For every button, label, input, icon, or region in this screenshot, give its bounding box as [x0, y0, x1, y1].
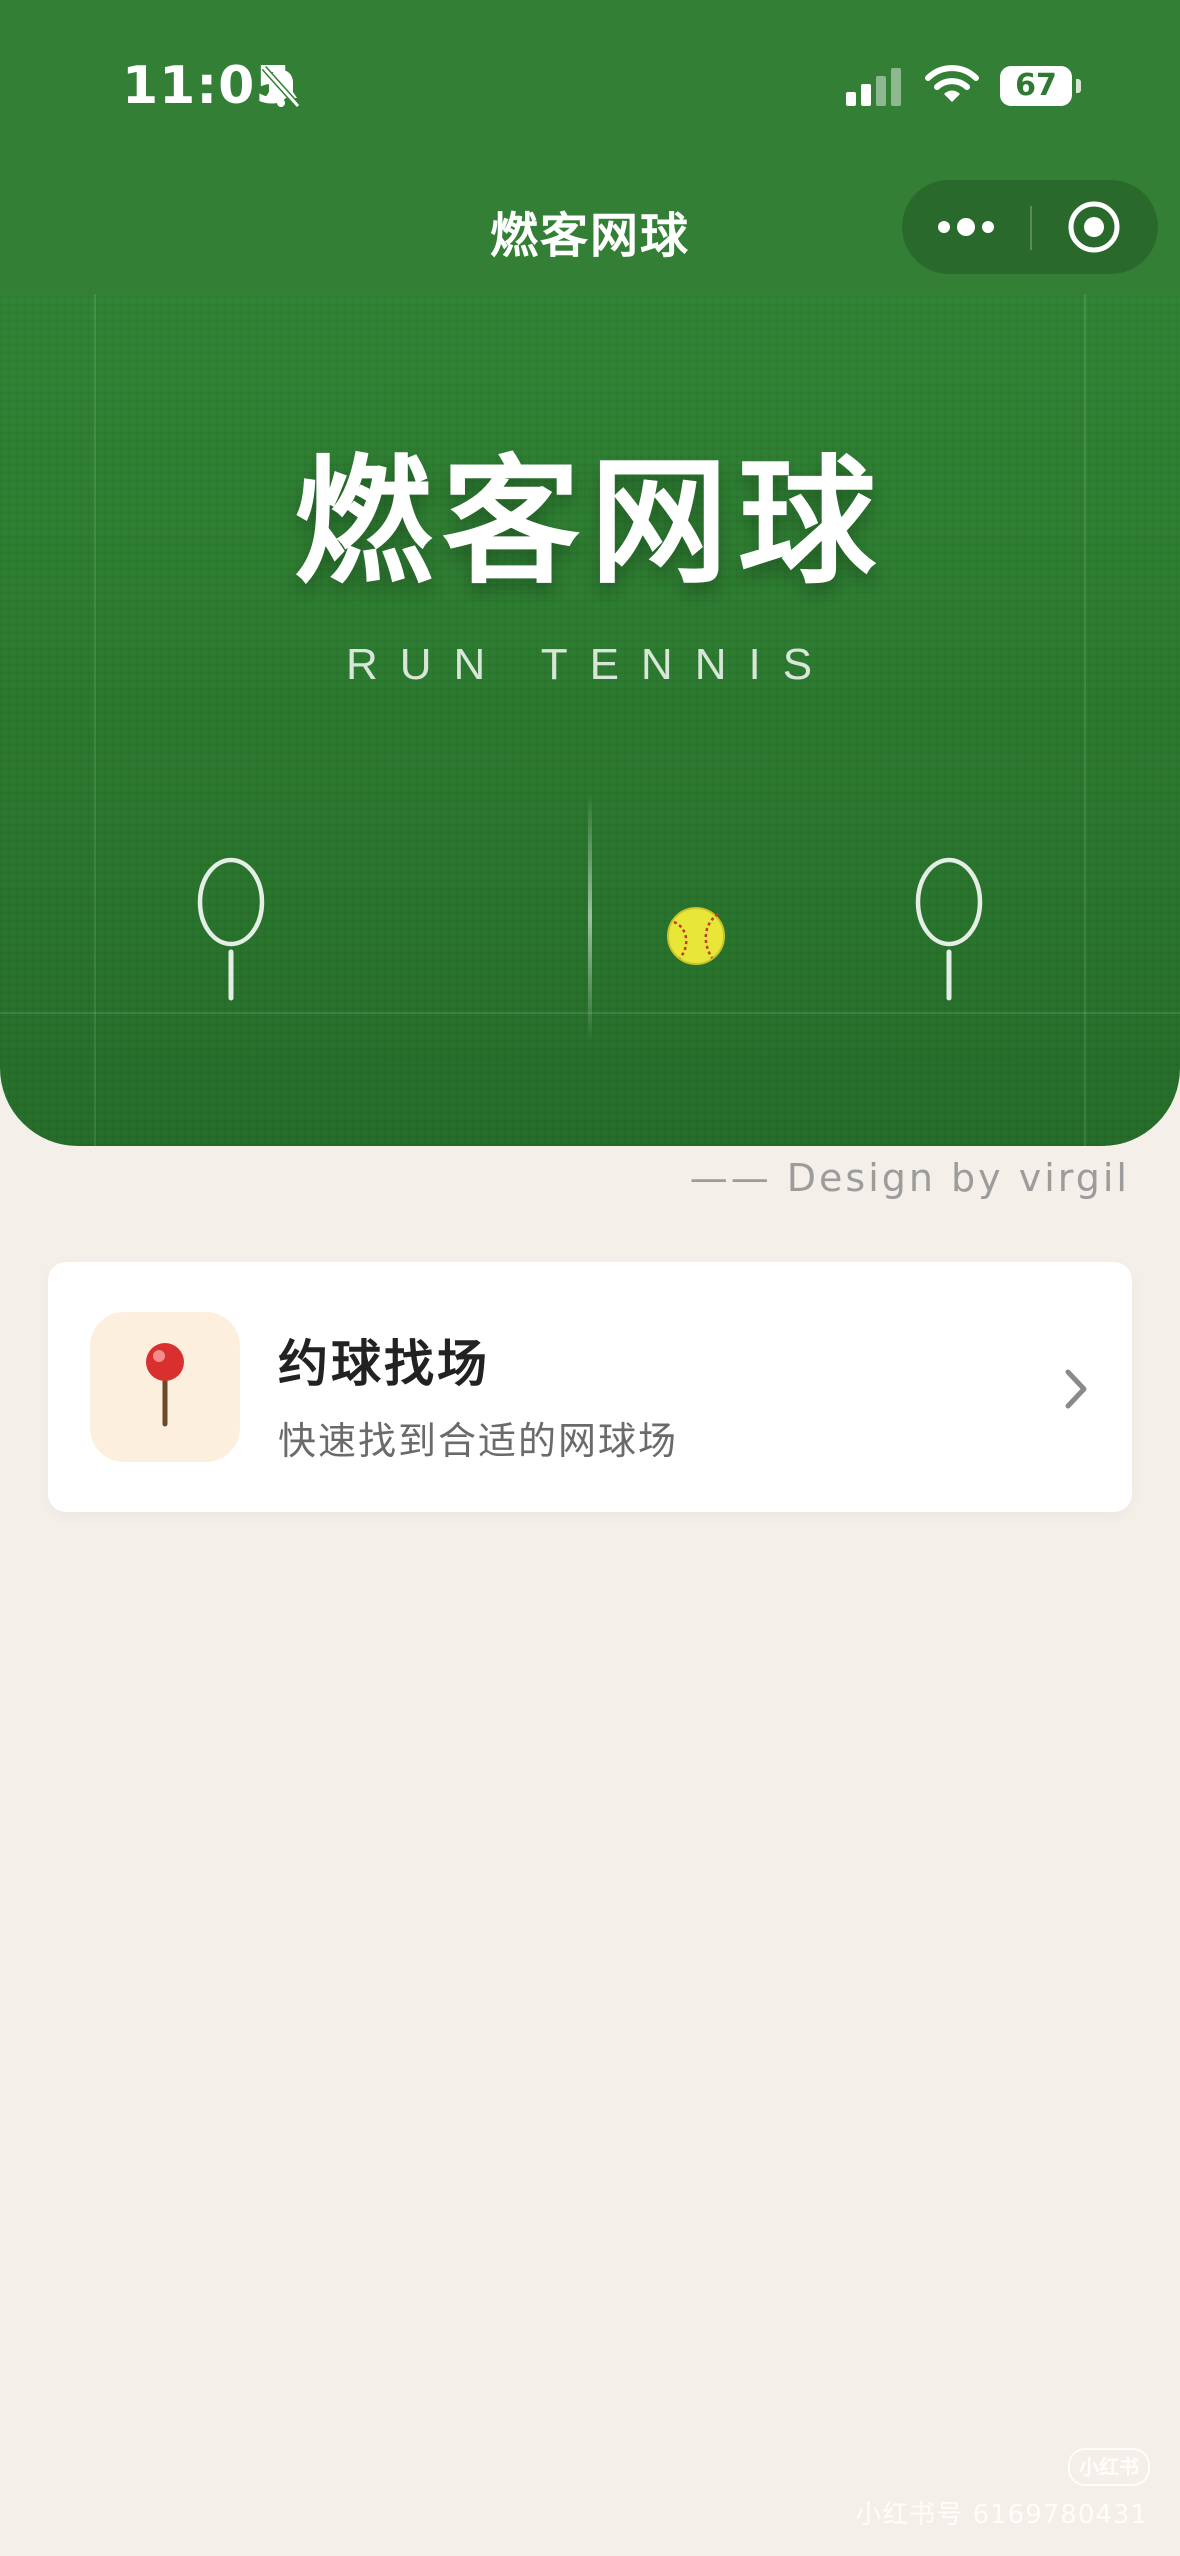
- card-subtitle: 快速找到合适的网球场: [278, 1419, 679, 1463]
- hero-subtitle: RUN TENNIS: [345, 640, 835, 689]
- pushpin-icon: [146, 1343, 184, 1427]
- more-dots-icon: [938, 218, 994, 236]
- battery-icon: 67: [1000, 66, 1072, 106]
- watermark-logo: 小红书: [1068, 2448, 1150, 2486]
- card-title: 约球找场: [278, 1335, 490, 1393]
- battery-cap: [1076, 79, 1081, 93]
- top-nav-bar: 11:05 67 燃客网球: [0, 0, 1180, 294]
- target-circle-icon: [1068, 201, 1120, 253]
- bell-slash-icon: [261, 65, 301, 109]
- racket-icon: [915, 857, 983, 1001]
- close-mini-program-button[interactable]: [1032, 180, 1158, 274]
- tennis-ball-icon: [667, 907, 725, 965]
- feature-card-find-court[interactable]: 约球找场 快速找到合适的网球场: [48, 1262, 1132, 1512]
- mini-program-capsule: [902, 180, 1158, 274]
- racket-icon: [197, 857, 265, 1001]
- more-button[interactable]: [902, 180, 1030, 274]
- card-icon-box: [90, 1312, 240, 1462]
- court-net-line: [588, 792, 592, 1042]
- cellular-signal-icon: [846, 68, 901, 106]
- wifi-icon: [925, 65, 979, 102]
- hero-title: 燃客网球: [293, 442, 886, 603]
- chevron-right-icon: [1065, 1369, 1087, 1409]
- watermark-text: 小红书号 6169780431: [855, 2500, 1148, 2530]
- design-credit: —— Design by virgil: [689, 1156, 1130, 1200]
